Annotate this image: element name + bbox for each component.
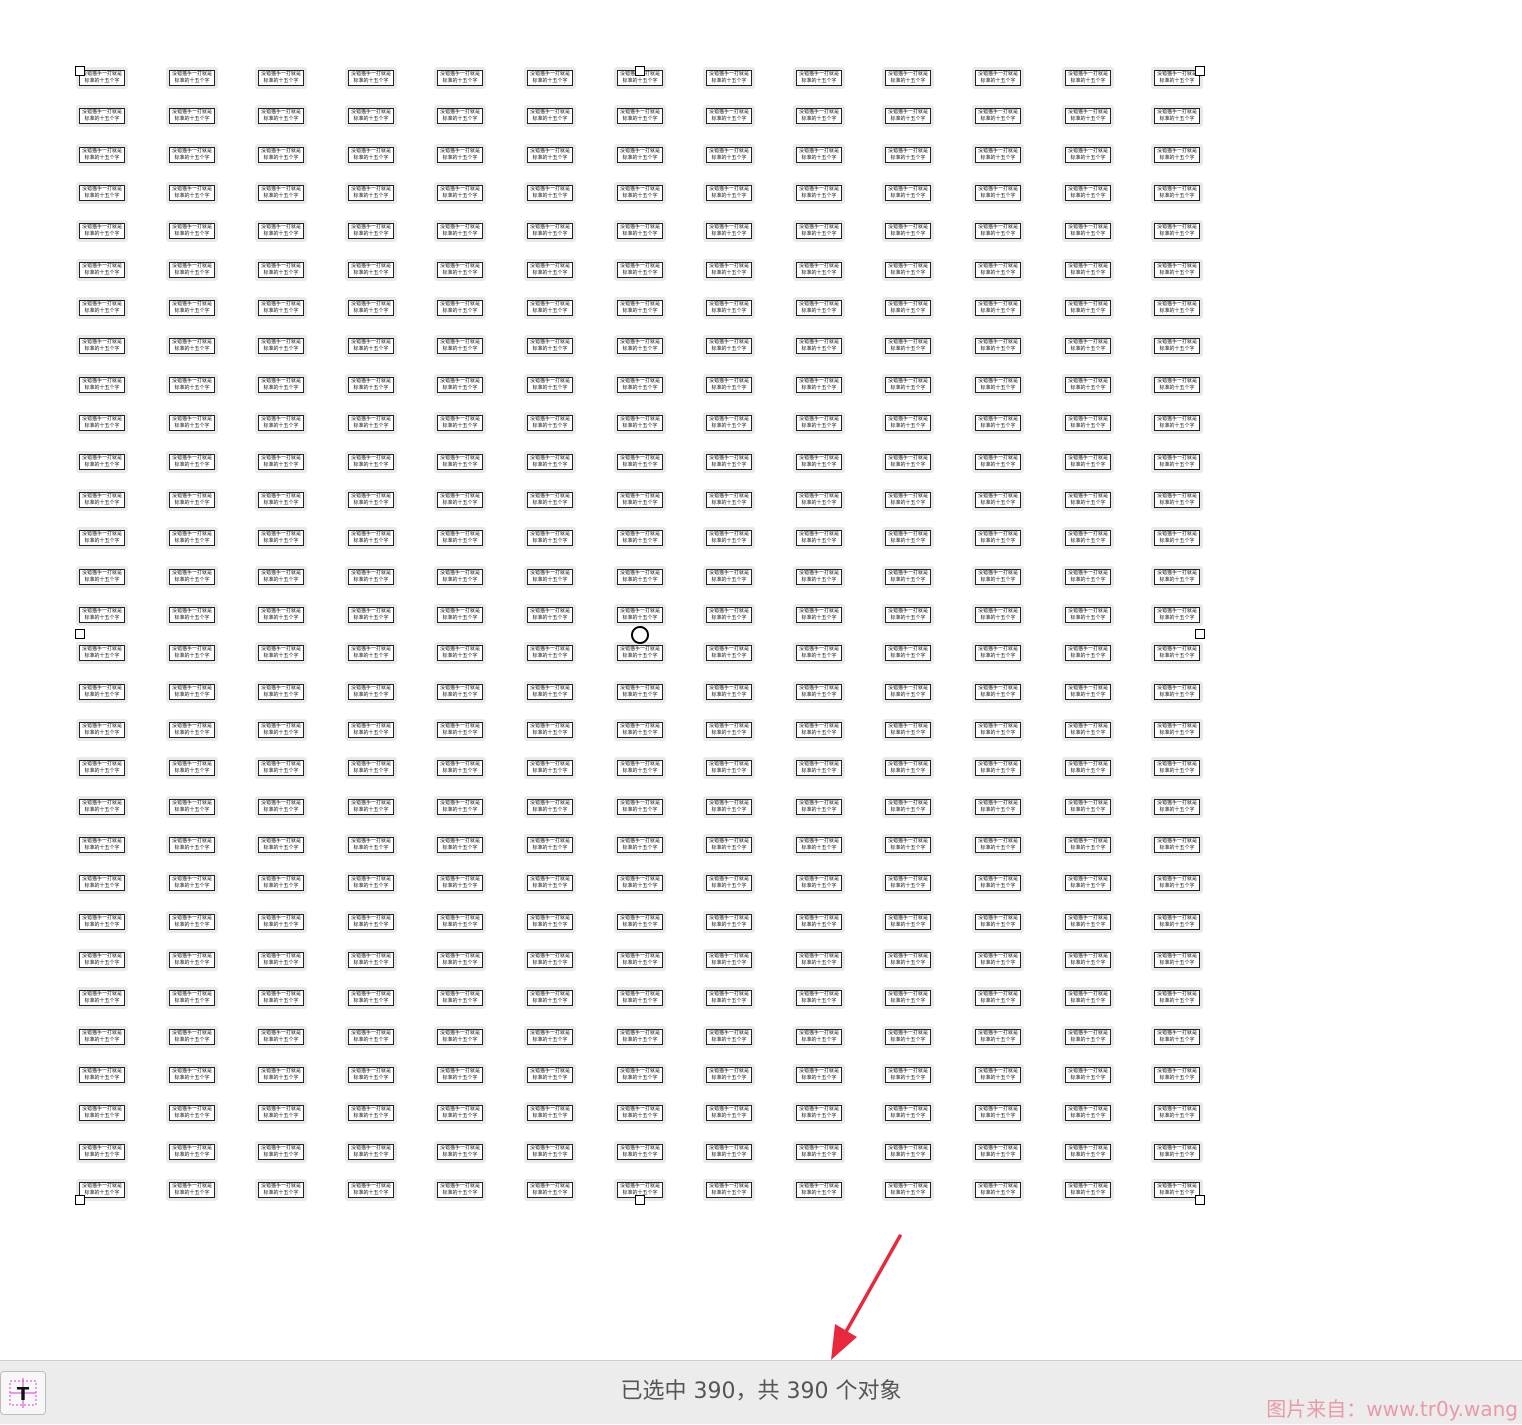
status-bar: T 已选中 390，共 390 个对象 图片来自：www.tr0y.wang (0, 1360, 1522, 1424)
watermark-text: 图片来自：www.tr0y.wang (1266, 1397, 1518, 1421)
canvas-area[interactable]: 没错猫手一打就是 标准的十五个字 没错猫手一打就是 标准的十五个字 没错猫手一打就是 标准… (0, 0, 1522, 1360)
annotation-arrow (831, 1234, 902, 1360)
